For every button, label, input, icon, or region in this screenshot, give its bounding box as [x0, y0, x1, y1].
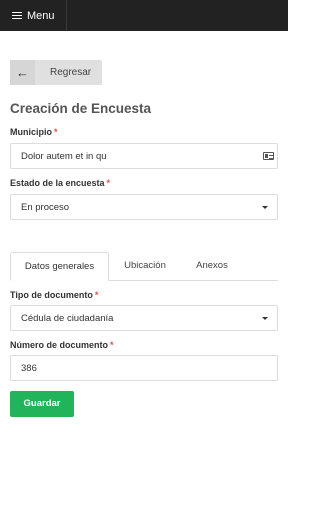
- municipio-value: Dolor autem et in qu: [21, 150, 107, 162]
- municipio-input[interactable]: Dolor autem et in qu: [10, 143, 278, 169]
- save-button[interactable]: Guardar: [10, 391, 74, 417]
- page-title: Creación de Encuesta: [10, 101, 152, 116]
- tab-anexos[interactable]: Anexos: [188, 252, 236, 281]
- tab-ubicacion[interactable]: Ubicación: [114, 252, 176, 281]
- required-mark: *: [106, 178, 111, 188]
- arrow-left-icon: ←: [10, 60, 35, 85]
- menu-button[interactable]: Menu: [0, 0, 67, 31]
- tipo-documento-value: Cédula de ciudadanía: [21, 312, 114, 324]
- estado-value: En proceso: [21, 201, 70, 213]
- menu-label: Menu: [27, 9, 55, 22]
- estado-select[interactable]: En proceso: [10, 194, 278, 220]
- required-mark: *: [94, 290, 99, 300]
- top-navbar: Menu: [0, 0, 288, 31]
- numero-documento-value: 386: [21, 362, 37, 374]
- back-button-label: Regresar: [50, 67, 92, 78]
- required-mark: *: [54, 127, 58, 137]
- tab-datos-generales[interactable]: Datos generales: [10, 252, 109, 281]
- caret-down-icon: [262, 317, 268, 320]
- numero-documento-input[interactable]: 386: [10, 355, 278, 381]
- id-card-icon[interactable]: [263, 152, 274, 160]
- municipio-label: Municipio *: [10, 127, 58, 137]
- estado-label: Estado de la encuesta *: [10, 178, 111, 188]
- back-button[interactable]: ← Regresar: [10, 60, 102, 85]
- tipo-documento-select[interactable]: Cédula de ciudadanía: [10, 305, 278, 331]
- numero-documento-label: Número de documento *: [10, 340, 114, 350]
- required-mark: *: [110, 340, 114, 350]
- tipo-documento-label: Tipo de documento *: [10, 290, 99, 300]
- hamburger-icon: [12, 11, 22, 20]
- tab-bar: Datos generales Ubicación Anexos: [10, 252, 278, 281]
- caret-down-icon: [262, 206, 268, 209]
